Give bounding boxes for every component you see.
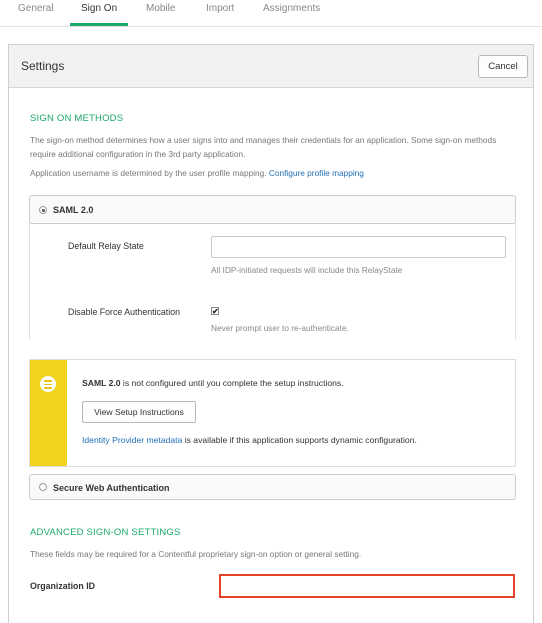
notice-bar [30,360,67,466]
saml-settings: Default Relay State All IDP-initiated re… [29,223,516,340]
settings-panel: Settings Cancel SIGN ON METHODS The sign… [8,44,534,623]
username-mapping-text: Application username is determined by th… [30,166,520,180]
advanced-settings-description: These fields may be required for a Conte… [30,549,362,559]
notice-message-text: is not configured until you complete the… [120,378,344,388]
organization-id-input[interactable] [219,574,515,598]
disable-force-auth-checkbox[interactable]: ✔ [211,307,219,316]
settings-title: Settings [21,59,65,73]
tab-assignments[interactable]: Assignments [263,3,320,14]
metadata-message-text: is available if this application support… [182,435,417,445]
swa-option[interactable]: Secure Web Authentication [29,474,516,500]
configure-profile-mapping-link[interactable]: Configure profile mapping [269,168,364,178]
advanced-settings-title: ADVANCED SIGN-ON SETTINGS [30,527,181,538]
organization-id-label: Organization ID [30,581,96,591]
notice-method-name: SAML 2.0 [82,378,121,388]
swa-label: Secure Web Authentication [53,483,170,493]
sign-on-methods-description: The sign-on method determines how a user… [30,135,497,159]
cancel-button[interactable]: Cancel [478,55,528,78]
disable-force-auth-label: Disable Force Authentication [68,307,180,317]
force-auth-help: Never prompt user to re-authenticate. [211,323,349,333]
username-mapping-label: Application username is determined by th… [30,168,267,178]
metadata-message: Identity Provider metadata is available … [82,435,417,445]
settings-header: Settings Cancel [9,45,533,88]
identity-provider-metadata-link[interactable]: Identity Provider metadata [82,435,182,445]
tab-bar: General Sign On Mobile Import Assignment… [0,0,542,27]
list-icon [40,376,56,392]
saml-option[interactable]: SAML 2.0 [29,195,516,224]
setup-notice: SAML 2.0 is not configured until you com… [29,359,516,467]
active-tab-indicator [70,23,128,26]
notice-message: SAML 2.0 is not configured until you com… [82,378,344,388]
default-relay-state-input[interactable] [211,236,506,258]
saml-radio[interactable] [39,206,47,214]
sign-on-methods-title: SIGN ON METHODS [30,113,124,124]
tab-general[interactable]: General [18,3,54,14]
default-relay-state-label: Default Relay State [68,241,144,251]
saml-label: SAML 2.0 [53,205,94,215]
swa-radio[interactable] [39,483,47,491]
tab-sign-on[interactable]: Sign On [81,3,117,14]
tab-import[interactable]: Import [206,3,234,14]
tab-mobile[interactable]: Mobile [146,3,175,14]
view-setup-instructions-button[interactable]: View Setup Instructions [82,401,196,423]
relay-state-help: All IDP-initiated requests will include … [211,265,403,275]
